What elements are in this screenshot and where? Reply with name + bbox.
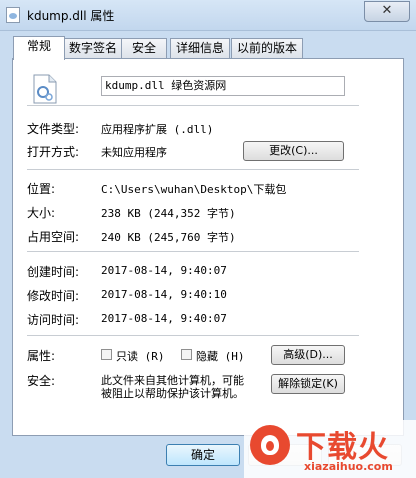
file-type-value: 应用程序扩展 (.dll): [101, 123, 214, 136]
created-label: 创建时间:: [27, 265, 80, 279]
divider: [27, 251, 359, 252]
tab-details[interactable]: 详细信息: [170, 38, 230, 58]
size-value: 238 KB (244,352 字节): [101, 207, 236, 220]
dll-file-icon: [33, 74, 57, 104]
open-with-label: 打开方式:: [27, 145, 80, 159]
security-label: 安全:: [27, 374, 56, 388]
open-with-value: 未知应用程序: [101, 146, 167, 159]
readonly-label: 只读 (R): [116, 350, 165, 363]
accessed-label: 访问时间:: [27, 313, 80, 327]
tab-general[interactable]: 常规: [13, 36, 65, 60]
watermark-logo: 下载火 xiazaihuo.com: [244, 420, 416, 478]
attributes-label: 属性:: [27, 349, 56, 363]
location-label: 位置:: [27, 182, 56, 196]
change-button[interactable]: 更改(C)...: [243, 141, 344, 161]
divider: [27, 105, 359, 106]
close-button[interactable]: ✕: [364, 1, 410, 22]
hidden-checkbox[interactable]: [181, 349, 192, 360]
watermark-logo-icon: [250, 425, 290, 465]
created-value: 2017-08-14, 9:40:07: [101, 264, 227, 277]
dll-file-icon: [6, 7, 20, 23]
divider: [27, 169, 359, 170]
general-panel: kdump.dll 绿色资源网 文件类型: 应用程序扩展 (.dll) 打开方式…: [12, 58, 404, 436]
accessed-value: 2017-08-14, 9:40:07: [101, 312, 227, 325]
tab-previous-versions[interactable]: 以前的版本: [231, 38, 303, 58]
file-type-label: 文件类型:: [27, 122, 80, 136]
window-title: kdump.dll 属性: [27, 9, 115, 23]
size-label: 大小:: [27, 206, 56, 220]
close-icon: ✕: [381, 3, 393, 18]
advanced-button[interactable]: 高级(D)...: [271, 345, 345, 365]
divider: [27, 335, 359, 336]
title-bar: kdump.dll 属性 ✕: [0, 0, 416, 31]
modified-value: 2017-08-14, 9:40:10: [101, 288, 227, 301]
watermark-url: xiazaihuo.com: [304, 460, 393, 473]
location-value: C:\Users\wuhan\Desktop\下载包: [101, 183, 287, 196]
tab-security[interactable]: 安全: [121, 38, 167, 58]
hidden-label: 隐藏 (H): [196, 350, 245, 363]
readonly-checkbox[interactable]: [101, 349, 112, 360]
size-on-disk-value: 240 KB (245,760 字节): [101, 231, 236, 244]
file-name-field[interactable]: kdump.dll 绿色资源网: [101, 76, 345, 96]
security-message-line2: 被阻止以帮助保护该计算机。: [101, 387, 244, 400]
modified-label: 修改时间:: [27, 289, 80, 303]
ok-button[interactable]: 确定: [166, 444, 240, 466]
tab-digital-signatures[interactable]: 数字签名: [64, 38, 122, 58]
unblock-button[interactable]: 解除锁定(K): [271, 374, 345, 394]
size-on-disk-label: 占用空间:: [27, 230, 80, 244]
